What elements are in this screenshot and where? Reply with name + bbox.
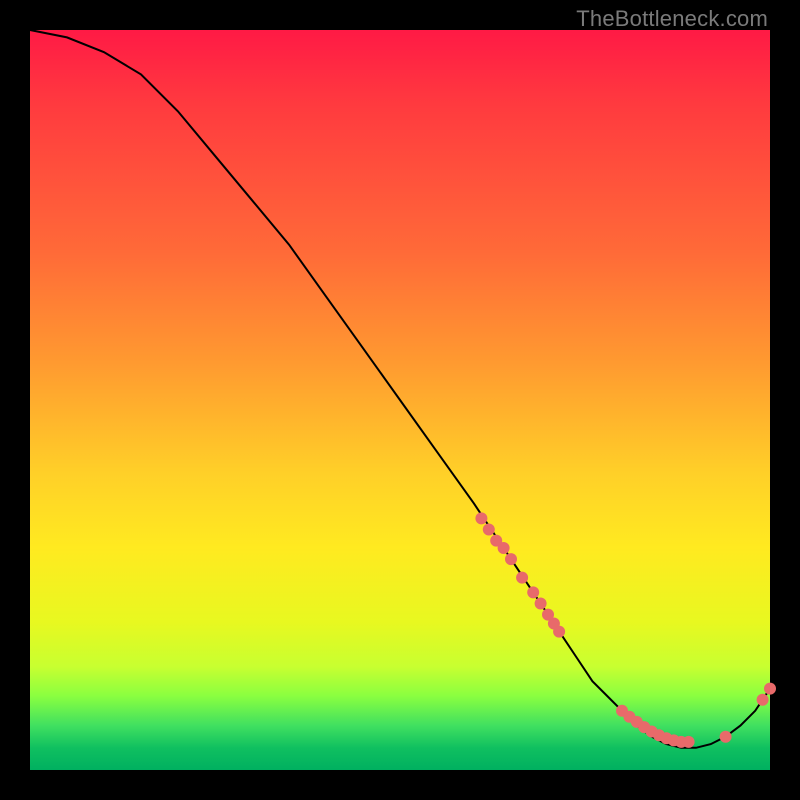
curve-line <box>30 30 770 748</box>
data-marker <box>553 626 565 638</box>
data-marker <box>527 586 539 598</box>
data-marker <box>498 542 510 554</box>
data-marker <box>483 524 495 536</box>
data-marker <box>516 572 528 584</box>
data-marker <box>683 736 695 748</box>
data-marker <box>720 731 732 743</box>
data-marker <box>475 512 487 524</box>
plot-area <box>30 30 770 770</box>
chart-svg <box>30 30 770 770</box>
chart-frame: TheBottleneck.com <box>0 0 800 800</box>
data-marker <box>764 683 776 695</box>
data-marker <box>757 694 769 706</box>
data-marker <box>505 553 517 565</box>
data-marker <box>535 598 547 610</box>
watermark-text: TheBottleneck.com <box>576 6 768 32</box>
marker-group <box>475 512 776 748</box>
